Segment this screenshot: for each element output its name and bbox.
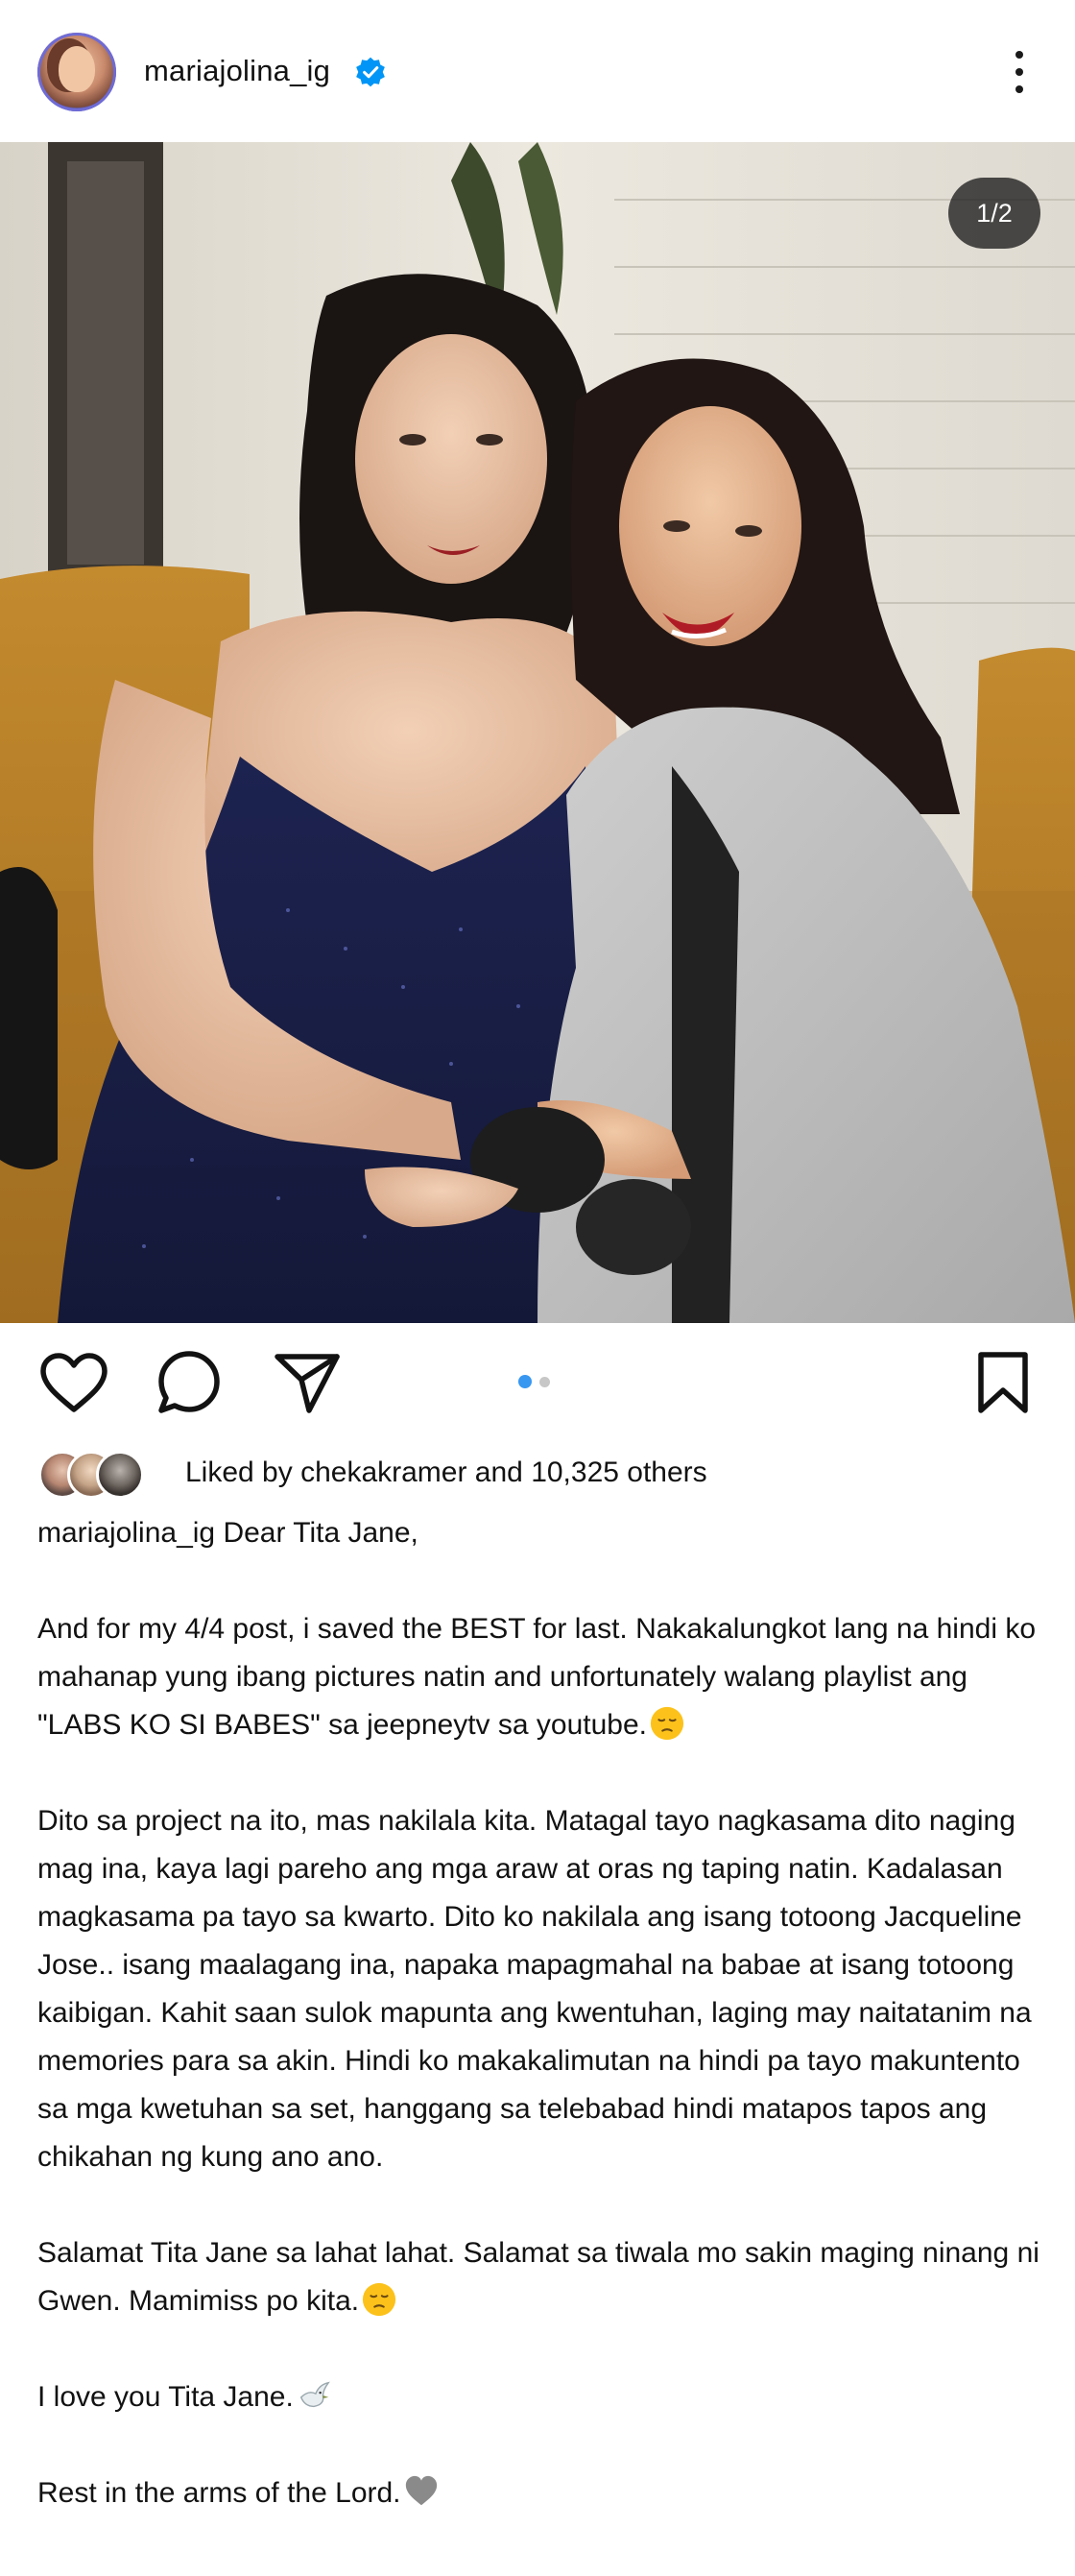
more-dot (1015, 85, 1023, 93)
username-link[interactable]: mariajolina_ig (144, 52, 330, 90)
post-header: mariajolina_ig (0, 0, 1075, 142)
caption-paragraph: And for my 4/4 post, i saved the BEST fo… (37, 1605, 1045, 1749)
photo-illustration (0, 142, 1075, 1323)
send-icon[interactable] (273, 1351, 342, 1416)
post-photo[interactable]: 1/2 (0, 142, 1075, 1323)
caption-paragraph: Dito sa project na ito, mas nakilala kit… (37, 1797, 1045, 2181)
likes-row[interactable]: Liked by chekakramer and 10,325 others (38, 1446, 707, 1500)
verified-badge-icon (356, 57, 385, 87)
caption-opening-line: mariajolina_ig Dear Tita Jane, (37, 1509, 1045, 1557)
more-dot (1015, 51, 1023, 59)
caption-paragraph: Salamat Tita Jane sa lahat lahat. Salama… (37, 2229, 1045, 2325)
post-caption: mariajolina_ig Dear Tita Jane, And for m… (37, 1509, 1045, 2517)
caption-paragraph-2: Dito sa project na ito, mas nakilala kit… (37, 1805, 1032, 2173)
bookmark-icon[interactable] (974, 1350, 1032, 1415)
carousel-page-indicator: 1/2 (948, 178, 1040, 249)
pensive-face-emoji (650, 1706, 684, 1741)
caption-paragraph-4: I love you Tita Jane. (37, 2381, 294, 2413)
pensive-face-emoji (362, 2282, 396, 2317)
comment-icon[interactable] (156, 1349, 222, 1416)
dove-emoji (299, 2381, 330, 2408)
heart-icon[interactable] (38, 1352, 109, 1415)
carousel-dot-active (518, 1375, 532, 1388)
caption-opening: Dear Tita Jane, (223, 1517, 418, 1549)
carousel-dots (518, 1375, 550, 1388)
grey-heart-emoji (405, 2475, 437, 2506)
more-dot (1015, 68, 1023, 76)
more-options-icon[interactable] (998, 38, 1040, 106)
avatar-face (59, 46, 95, 92)
profile-avatar[interactable] (37, 33, 116, 111)
liker-avatar (96, 1451, 144, 1499)
caption-author[interactable]: mariajolina_ig (37, 1517, 215, 1549)
likes-count-text[interactable]: Liked by chekakramer and 10,325 others (185, 1454, 707, 1492)
liker-avatars (38, 1448, 163, 1499)
carousel-dot (539, 1376, 550, 1387)
caption-paragraph-1: And for my 4/4 post, i saved the BEST fo… (37, 1613, 1037, 1741)
caption-paragraph: Rest in the arms of the Lord. (37, 2469, 1045, 2517)
caption-paragraph-5: Rest in the arms of the Lord. (37, 2477, 401, 2509)
caption-paragraph: I love you Tita Jane. (37, 2373, 1045, 2421)
caption-paragraph-3: Salamat Tita Jane sa lahat lahat. Salama… (37, 2237, 1039, 2317)
